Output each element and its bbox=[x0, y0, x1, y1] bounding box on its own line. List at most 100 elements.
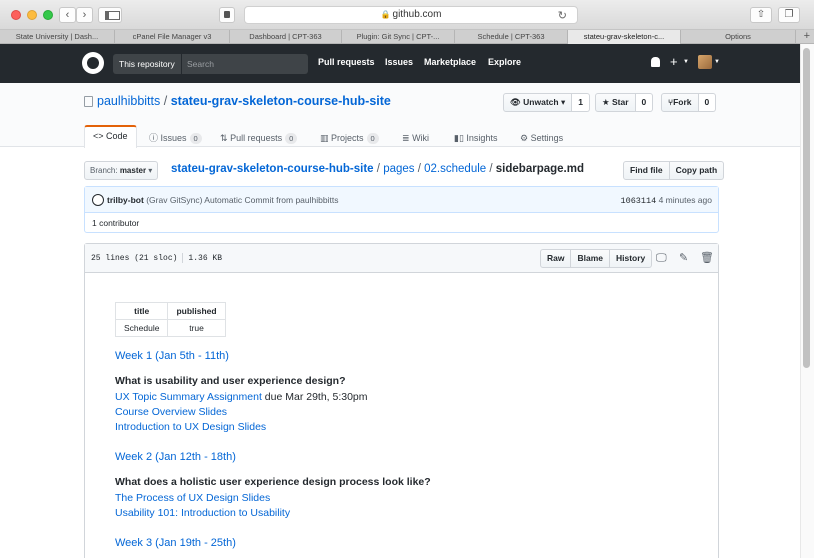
week-1-heading-link[interactable]: Week 1 (Jan 5th - 11th) bbox=[115, 350, 229, 362]
commit-message-text[interactable]: (Grav GitSync) Automatic Commit from pau… bbox=[146, 195, 338, 205]
file-info: 25 lines (21 sloc) 1.36 KB bbox=[91, 253, 222, 263]
browser-tab[interactable]: Plugin: Git Sync | CPT-... bbox=[342, 30, 455, 44]
breadcrumb-repo-link[interactable]: stateu-grav-skeleton-course-hub-site bbox=[171, 163, 374, 175]
tab-insights-label: Insights bbox=[466, 133, 498, 143]
table-header: published bbox=[167, 302, 226, 320]
minimize-window-button[interactable] bbox=[27, 10, 37, 20]
file-nav-buttons: Find file Copy path bbox=[623, 161, 725, 180]
intro-ux-design-link[interactable]: Introduction to UX Design Slides bbox=[115, 421, 266, 433]
scrollbar-thumb[interactable] bbox=[803, 48, 810, 368]
commit-meta: 1063114 4 minutes ago bbox=[621, 195, 713, 206]
fork-label: Fork bbox=[673, 97, 692, 107]
header-link-issues[interactable]: Issues bbox=[385, 57, 413, 67]
user-avatar[interactable] bbox=[698, 55, 712, 69]
commit-summary: trilby-bot (Grav GitSync) Automatic Comm… bbox=[85, 187, 718, 213]
find-file-button[interactable]: Find file bbox=[623, 161, 670, 180]
tab-settings[interactable]: ⚙ Settings bbox=[520, 129, 563, 151]
unwatch-button[interactable]: 👁 Unwatch ▾ bbox=[503, 93, 573, 112]
notifications-bell-icon[interactable] bbox=[651, 57, 660, 67]
github-logo-icon[interactable] bbox=[82, 52, 104, 74]
browser-tab[interactable]: Dashboard | CPT-363 bbox=[230, 30, 342, 44]
tab-wiki-label: Wiki bbox=[412, 133, 430, 143]
projects-count: 0 bbox=[366, 133, 379, 144]
week-2-question: What does a holistic user experience des… bbox=[115, 476, 431, 488]
chevron-down-icon: ▼ bbox=[714, 59, 720, 65]
breadcrumb-pages-link[interactable]: pages bbox=[383, 163, 414, 175]
week-1-assignment-line: UX Topic Summary Assignment due Mar 29th… bbox=[115, 391, 368, 403]
repo-owner-link[interactable]: paulhibbitts bbox=[97, 94, 160, 108]
tab-insights[interactable]: ▮▯ Insights bbox=[454, 129, 497, 151]
assignment-link[interactable]: UX Topic Summary Assignment bbox=[115, 391, 262, 403]
copy-path-button[interactable]: Copy path bbox=[669, 161, 725, 180]
reload-icon[interactable]: ↻ bbox=[558, 8, 567, 24]
browser-tab[interactable]: Options bbox=[681, 30, 796, 44]
breadcrumb-filename: sidebarpage.md bbox=[495, 163, 584, 175]
commit-sha-link[interactable]: 1063114 bbox=[621, 196, 657, 206]
share-button[interactable]: ⇧ bbox=[750, 7, 772, 23]
browser-tab-active[interactable]: stateu-grav-skeleton-c... bbox=[568, 30, 681, 44]
tab-code[interactable]: <> Code bbox=[84, 125, 137, 148]
branch-select-button[interactable]: Branch: master ▾ bbox=[84, 161, 159, 180]
address-bar[interactable]: 🔒 github.com ↻ bbox=[244, 6, 578, 24]
commit-tease: trilby-bot (Grav GitSync) Automatic Comm… bbox=[84, 186, 719, 233]
forward-button[interactable]: › bbox=[76, 7, 93, 23]
header-link-marketplace[interactable]: Marketplace bbox=[424, 57, 476, 67]
commit-author-avatar[interactable] bbox=[92, 194, 104, 206]
desktop-icon[interactable]: 🖵 bbox=[656, 251, 667, 265]
sidebar-toggle-button[interactable] bbox=[98, 7, 122, 23]
breadcrumb-schedule-link[interactable]: 02.schedule bbox=[424, 163, 486, 175]
browser-tab[interactable]: cPanel File Manager v3 bbox=[115, 30, 230, 44]
contributors-link[interactable]: 1 contributor bbox=[92, 218, 139, 228]
week-2-heading-link[interactable]: Week 2 (Jan 12th - 18th) bbox=[115, 451, 236, 463]
zoom-window-button[interactable] bbox=[43, 10, 53, 20]
tab-wiki[interactable]: ≣ Wiki bbox=[402, 129, 429, 151]
course-overview-link[interactable]: Course Overview Slides bbox=[115, 406, 227, 418]
repo-title-separator: / bbox=[163, 94, 168, 108]
chevron-left-icon: ‹ bbox=[65, 9, 70, 21]
file-viewer: 25 lines (21 sloc) 1.36 KB Raw Blame Hist… bbox=[84, 243, 719, 558]
search-input[interactable]: Search bbox=[182, 54, 308, 74]
trash-icon[interactable]: 🗑 bbox=[700, 251, 714, 265]
breadcrumb: stateu-grav-skeleton-course-hub-site / p… bbox=[171, 163, 584, 175]
browser-tab[interactable]: State University | Dash... bbox=[0, 30, 115, 44]
tab-issues[interactable]: ⓘ Issues 0 bbox=[149, 129, 202, 151]
pencil-icon[interactable]: ✎ bbox=[679, 251, 688, 265]
close-window-button[interactable] bbox=[11, 10, 21, 20]
extension-button[interactable] bbox=[219, 7, 235, 23]
show-tabs-button[interactable]: ❐ bbox=[778, 7, 800, 23]
new-tab-button[interactable]: + bbox=[804, 30, 810, 43]
browser-tab-bar: State University | Dash... cPanel File M… bbox=[0, 30, 814, 44]
search-scope-label: This repository bbox=[113, 54, 181, 74]
blame-button[interactable]: Blame bbox=[571, 249, 610, 268]
branch-name: master bbox=[119, 166, 147, 175]
star-group: ★ Star 0 bbox=[595, 93, 654, 112]
process-ux-design-link[interactable]: The Process of UX Design Slides bbox=[115, 492, 270, 504]
watch-count[interactable]: 1 bbox=[572, 93, 590, 112]
tab-projects[interactable]: ▥ Projects 0 bbox=[320, 129, 379, 151]
assignment-due: due Mar 29th, 5:30pm bbox=[261, 391, 368, 403]
star-icon: ★ bbox=[602, 97, 612, 107]
star-button[interactable]: ★ Star bbox=[595, 93, 636, 112]
week-3-heading-link[interactable]: Week 3 (Jan 19th - 25th) bbox=[115, 537, 236, 549]
fork-button[interactable]: ⑂Fork bbox=[661, 93, 699, 112]
fork-count[interactable]: 0 bbox=[698, 93, 717, 112]
tab-pull-requests[interactable]: ⇅ Pull requests 0 bbox=[220, 129, 298, 151]
book-icon: ≣ bbox=[402, 133, 410, 143]
header-link-pull-requests[interactable]: Pull requests bbox=[318, 57, 375, 67]
repo-name-link[interactable]: stateu-grav-skeleton-course-hub-site bbox=[171, 94, 391, 108]
raw-button[interactable]: Raw bbox=[540, 249, 572, 268]
file-actions: Raw Blame History bbox=[540, 249, 653, 268]
browser-tab[interactable]: Schedule | CPT-363 bbox=[455, 30, 568, 44]
history-button[interactable]: History bbox=[610, 249, 653, 268]
commit-author-link[interactable]: trilby-bot bbox=[107, 195, 144, 205]
fork-group: ⑂Fork 0 bbox=[661, 93, 717, 112]
header-link-explore[interactable]: Explore bbox=[488, 57, 521, 67]
usability-101-link[interactable]: Usability 101: Introduction to Usability bbox=[115, 507, 290, 519]
eye-icon: 👁 bbox=[510, 97, 524, 107]
star-count[interactable]: 0 bbox=[635, 93, 654, 112]
address-text: github.com bbox=[392, 9, 442, 20]
star-label: Star bbox=[611, 97, 629, 107]
create-new-button[interactable]: + bbox=[670, 54, 678, 69]
back-button[interactable]: ‹ bbox=[59, 7, 76, 23]
table-header: title bbox=[114, 302, 169, 320]
